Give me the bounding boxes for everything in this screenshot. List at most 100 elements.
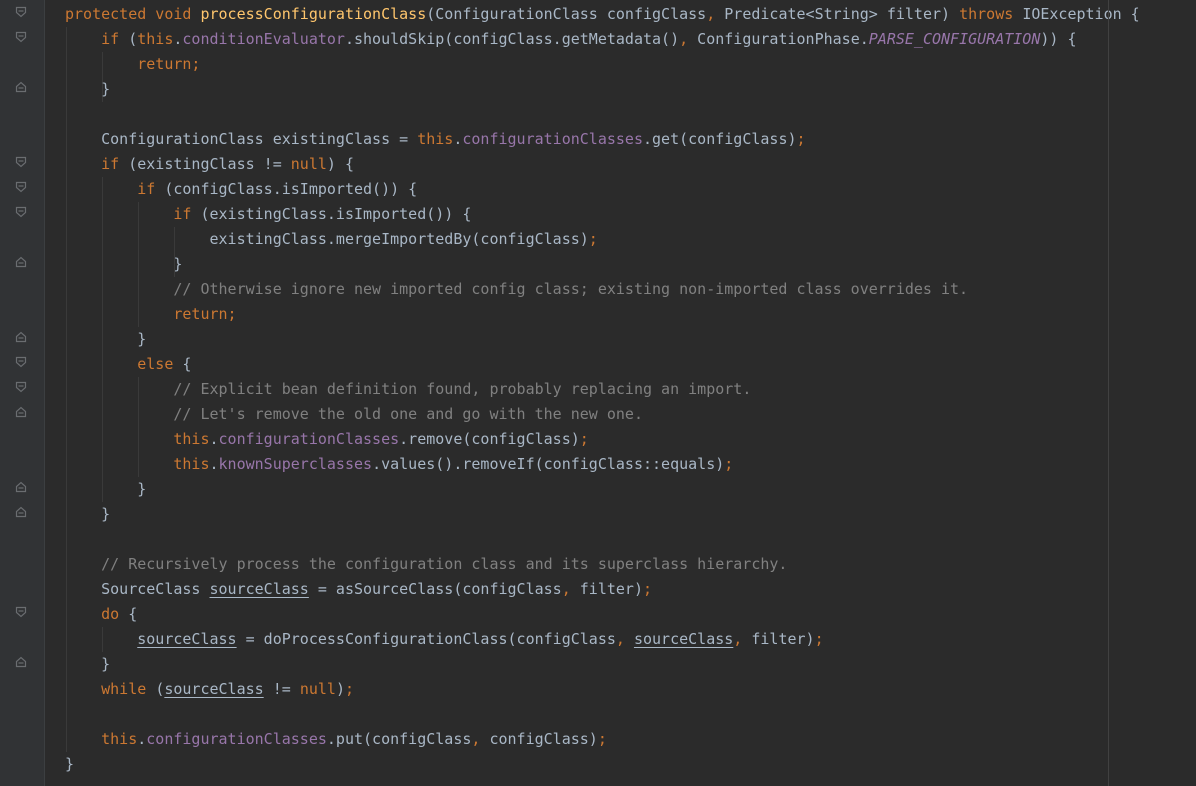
editor-gutter[interactable] <box>0 0 44 786</box>
code-token: while <box>101 680 156 698</box>
code-line[interactable]: do { <box>65 602 137 627</box>
code-token: ; <box>796 130 806 148</box>
fold-close-icon[interactable] <box>15 406 27 418</box>
code-line[interactable]: existingClass.mergeImportedBy(configClas… <box>65 227 598 252</box>
fold-open-icon[interactable] <box>15 181 27 193</box>
code-token: // Otherwise ignore new imported config … <box>173 280 969 298</box>
code-line[interactable]: // Otherwise ignore new imported config … <box>65 277 968 302</box>
code-token: , <box>561 580 580 598</box>
code-line[interactable]: ConfigurationClass existingClass = this.… <box>65 127 806 152</box>
code-token: } <box>65 755 75 773</box>
code-line[interactable]: else { <box>65 352 191 377</box>
code-token: knownSuperclasses <box>218 455 373 473</box>
fold-open-icon[interactable] <box>15 381 27 393</box>
code-token: filter) <box>579 580 643 598</box>
fold-close-icon[interactable] <box>15 81 27 93</box>
code-token: ; <box>724 455 734 473</box>
code-line[interactable]: if (existingClass != null) { <box>65 152 354 177</box>
code-token: } <box>65 80 111 98</box>
fold-open-icon[interactable] <box>15 156 27 168</box>
code-line[interactable]: // Let's remove the old one and go with … <box>65 402 643 427</box>
code-token: sourceClass <box>209 580 309 598</box>
code-line[interactable]: // Recursively process the configuration… <box>65 552 787 577</box>
code-token: . <box>209 455 219 473</box>
code-token: ( <box>128 30 138 48</box>
code-line[interactable]: if (configClass.isImported()) { <box>65 177 417 202</box>
code-token: this <box>417 130 454 148</box>
code-token: = asSourceClass(configClass <box>308 580 562 598</box>
code-line[interactable]: if (this.conditionEvaluator.shouldSkip(c… <box>65 27 1076 52</box>
code-token: ) { <box>326 155 354 173</box>
fold-close-icon[interactable] <box>15 256 27 268</box>
code-token: protected void <box>65 5 201 23</box>
code-editor[interactable]: protected void processConfigurationClass… <box>0 0 1196 786</box>
code-token: IOException { <box>1022 5 1140 23</box>
code-line[interactable]: } <box>65 752 74 777</box>
code-token: else <box>137 355 183 373</box>
code-line[interactable]: return; <box>65 52 200 77</box>
code-line[interactable]: } <box>65 477 146 502</box>
code-token: sourceClass <box>633 630 734 648</box>
code-token: throws <box>959 5 1023 23</box>
code-token: ( <box>155 680 165 698</box>
code-line[interactable]: SourceClass sourceClass = asSourceClass(… <box>65 577 652 602</box>
code-line[interactable]: protected void processConfigurationClass… <box>65 2 1140 27</box>
code-token: .values().removeIf(configClass::equals) <box>372 455 725 473</box>
code-token: = doProcessConfigurationClass(configClas… <box>236 630 616 648</box>
code-token: . <box>453 130 463 148</box>
code-token: )) { <box>1040 30 1077 48</box>
code-token: , <box>471 730 490 748</box>
code-token: sourceClass <box>164 680 264 698</box>
code-token: .put(configClass <box>326 730 472 748</box>
code-token: configurationClasses <box>218 430 400 448</box>
code-token: , <box>733 630 752 648</box>
code-token: != <box>263 680 300 698</box>
code-token: configurationClasses <box>146 730 327 748</box>
code-token: // Recursively process the configuration… <box>101 555 788 573</box>
code-line[interactable]: this.knownSuperclasses.values().removeIf… <box>65 452 733 477</box>
code-line[interactable]: } <box>65 652 110 677</box>
fold-close-icon[interactable] <box>15 656 27 668</box>
code-line[interactable]: } <box>65 502 110 527</box>
fold-close-icon[interactable] <box>15 481 27 493</box>
code-token: ; <box>579 430 589 448</box>
code-token: , <box>615 630 634 648</box>
code-line[interactable]: } <box>65 77 110 102</box>
code-token: null <box>290 155 327 173</box>
code-token: this <box>173 455 210 473</box>
code-line[interactable]: } <box>65 327 146 352</box>
fold-open-icon[interactable] <box>15 206 27 218</box>
code-line[interactable]: this.configurationClasses.put(configClas… <box>65 727 607 752</box>
code-line[interactable]: sourceClass = doProcessConfigurationClas… <box>65 627 823 652</box>
code-token: null <box>299 680 336 698</box>
code-token: { <box>182 355 192 373</box>
code-line[interactable]: } <box>65 252 182 277</box>
fold-open-icon[interactable] <box>15 356 27 368</box>
fold-close-icon[interactable] <box>15 506 27 518</box>
code-line[interactable]: if (existingClass.isImported()) { <box>65 202 471 227</box>
code-line[interactable]: // Explicit bean definition found, proba… <box>65 377 751 402</box>
fold-open-icon[interactable] <box>15 31 27 43</box>
code-token: conditionEvaluator <box>182 30 345 48</box>
fold-close-icon[interactable] <box>15 331 27 343</box>
code-token: ; <box>643 580 653 598</box>
code-token: processConfigurationClass <box>200 5 427 23</box>
code-token: return; <box>137 55 201 73</box>
code-token: existingClass.mergeImportedBy(configClas… <box>65 230 589 248</box>
code-line[interactable]: this.configurationClasses.remove(configC… <box>65 427 589 452</box>
code-token: // Explicit bean definition found, proba… <box>173 380 752 398</box>
fold-open-icon[interactable] <box>15 606 27 618</box>
code-token: .shouldSkip(configClass.getMetadata() <box>344 30 680 48</box>
code-token: this <box>101 730 138 748</box>
fold-open-icon[interactable] <box>15 6 27 18</box>
code-token: ; <box>588 230 598 248</box>
code-line[interactable]: return; <box>65 302 236 327</box>
code-line[interactable]: while (sourceClass != null); <box>65 677 354 702</box>
